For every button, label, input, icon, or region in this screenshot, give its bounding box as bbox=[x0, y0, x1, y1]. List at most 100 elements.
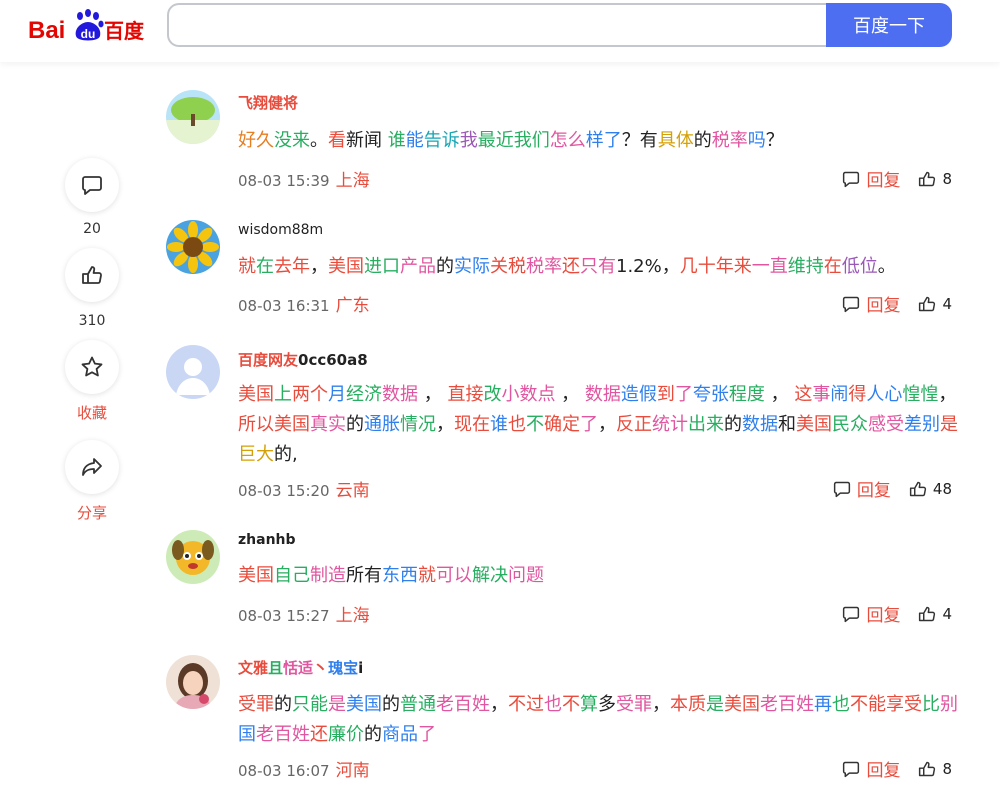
text-segment: ， bbox=[598, 414, 616, 435]
username[interactable]: 飞翔健将 bbox=[238, 92, 298, 113]
text-segment: 的 bbox=[274, 694, 292, 715]
header: Bai du 百度 百度一下 bbox=[0, 0, 1000, 62]
avatar[interactable] bbox=[166, 655, 220, 709]
text-segment: 恬适 bbox=[283, 659, 314, 677]
text-segment: 谁 bbox=[490, 414, 508, 435]
comment-icon bbox=[843, 171, 860, 187]
text-segment: i bbox=[358, 659, 364, 677]
reply-label: 回复 bbox=[866, 171, 901, 191]
text-segment: 现在 bbox=[454, 414, 490, 435]
text-segment: 的 bbox=[693, 130, 712, 151]
text-segment: 数据 bbox=[584, 384, 621, 405]
text-segment: 怎么 bbox=[549, 130, 586, 151]
text-segment: 产品 bbox=[400, 256, 436, 277]
text-segment: 感受 bbox=[868, 414, 904, 435]
reply-button[interactable]: 回复 bbox=[833, 476, 891, 501]
text-segment: 丶 bbox=[313, 659, 329, 677]
text-segment: 两个 bbox=[292, 384, 328, 405]
avatar[interactable] bbox=[166, 530, 220, 584]
text-segment: 去年 bbox=[274, 256, 310, 277]
reply-button[interactable]: 回复 bbox=[842, 166, 900, 191]
text-segment: 算 bbox=[580, 694, 598, 715]
search-input[interactable] bbox=[167, 3, 829, 47]
search-button[interactable]: 百度一下 bbox=[826, 3, 952, 47]
comment-text: 美国上两个月经济数据 ， 直接改小数点 ， 数据造假到了夸张程度 ， 这事闹得人… bbox=[238, 380, 958, 470]
text-segment: 造假 bbox=[620, 384, 657, 405]
text-segment: 0cc60a8 bbox=[298, 351, 368, 369]
reply-button[interactable]: 回复 bbox=[842, 291, 900, 316]
text-segment: ， bbox=[938, 384, 957, 405]
share-button[interactable] bbox=[65, 440, 119, 494]
favorite-label[interactable]: 收藏 bbox=[65, 400, 119, 440]
comment-actions: 回复 8 bbox=[824, 166, 952, 191]
text-segment: 国 bbox=[238, 724, 256, 745]
comment-actions: 回复 4 bbox=[824, 291, 952, 316]
text-segment: 了 bbox=[580, 414, 598, 435]
text-segment: 美国 bbox=[238, 384, 274, 405]
text-segment: 美国 bbox=[724, 694, 760, 715]
comment-actions: 回复 8 bbox=[824, 756, 952, 781]
text-segment: 民众 bbox=[832, 414, 868, 435]
reply-button[interactable]: 回复 bbox=[842, 756, 900, 781]
text-segment: 百度网友 bbox=[238, 351, 299, 369]
text-segment: 再 bbox=[814, 694, 832, 715]
like-comment-button[interactable]: 4 bbox=[918, 605, 952, 623]
text-segment: 不能 bbox=[850, 694, 886, 715]
text-segment: 自己 bbox=[274, 565, 310, 586]
text-segment: 也 bbox=[544, 694, 562, 715]
avatar[interactable] bbox=[166, 90, 220, 144]
text-segment: ？有 bbox=[621, 130, 658, 151]
text-segment: 1.2%， bbox=[616, 256, 680, 277]
text-segment: 几十年来 bbox=[679, 256, 752, 277]
text-segment: 的 bbox=[724, 414, 742, 435]
avatar[interactable] bbox=[166, 345, 220, 399]
text-segment: 经济 bbox=[346, 384, 382, 405]
share-label[interactable]: 分享 bbox=[65, 500, 119, 526]
comment-actions: 回复 48 bbox=[815, 476, 952, 501]
text-segment: 的 bbox=[436, 256, 454, 277]
avatar[interactable] bbox=[166, 220, 220, 274]
text-segment: 没来 bbox=[274, 130, 310, 151]
like-comment-button[interactable]: 48 bbox=[909, 480, 952, 498]
text-segment: 税率 bbox=[526, 256, 562, 277]
username[interactable]: wisdom88m bbox=[238, 222, 323, 238]
like-count: 8 bbox=[942, 169, 952, 188]
like-count: 4 bbox=[942, 294, 952, 313]
comment-text: 就在去年，美国进口产品的实际关税税率还只有1.2%，几十年来一直维持在低位。 bbox=[238, 252, 958, 282]
baidu-logo[interactable]: Bai du 百度 bbox=[28, 8, 148, 48]
thumbs-up-icon bbox=[909, 481, 927, 496]
reply-button[interactable]: 回复 bbox=[842, 601, 900, 626]
comment-button[interactable] bbox=[65, 158, 119, 212]
text-segment: 的 bbox=[382, 694, 400, 715]
like-comment-button[interactable]: 8 bbox=[918, 760, 952, 778]
username[interactable]: 百度网友0cc60a8 bbox=[238, 349, 368, 370]
text-segment: 本质 bbox=[670, 694, 706, 715]
text-segment: 问题 bbox=[508, 565, 544, 586]
username[interactable]: zhanhb bbox=[238, 532, 296, 548]
text-segment: 看 bbox=[328, 130, 346, 151]
like-comment-button[interactable]: 8 bbox=[918, 170, 952, 188]
username[interactable]: 文雅且恬适丶瑰宝i bbox=[238, 657, 363, 678]
comment-location: 上海 bbox=[335, 171, 370, 191]
text-segment: 通胀 bbox=[364, 414, 400, 435]
text-segment: 我 bbox=[459, 130, 478, 151]
comment-meta: 08-03 16:07 河南 bbox=[238, 756, 370, 781]
favorite-button[interactable] bbox=[65, 340, 119, 394]
text-segment: 确定 bbox=[544, 414, 580, 435]
text-segment: 只能 bbox=[292, 694, 328, 715]
text-segment: 能 bbox=[405, 130, 424, 151]
like-comment-button[interactable]: 4 bbox=[918, 295, 952, 313]
text-segment: 是 bbox=[940, 414, 958, 435]
text-segment: 美国 bbox=[796, 414, 832, 435]
text-segment: 和 bbox=[778, 414, 796, 435]
comment-actions: 回复 4 bbox=[824, 601, 952, 626]
comment-icon bbox=[82, 176, 102, 195]
text-segment: 是 bbox=[706, 694, 724, 715]
text-segment: 也 bbox=[832, 694, 850, 715]
text-segment: 数据 bbox=[382, 384, 418, 405]
text-segment: 是 bbox=[328, 694, 346, 715]
text-segment: 的 bbox=[346, 414, 364, 435]
text-segment: 人心 bbox=[866, 384, 903, 405]
action-rail: 20 310 收藏 分享 bbox=[65, 158, 119, 526]
like-button[interactable] bbox=[65, 248, 119, 302]
